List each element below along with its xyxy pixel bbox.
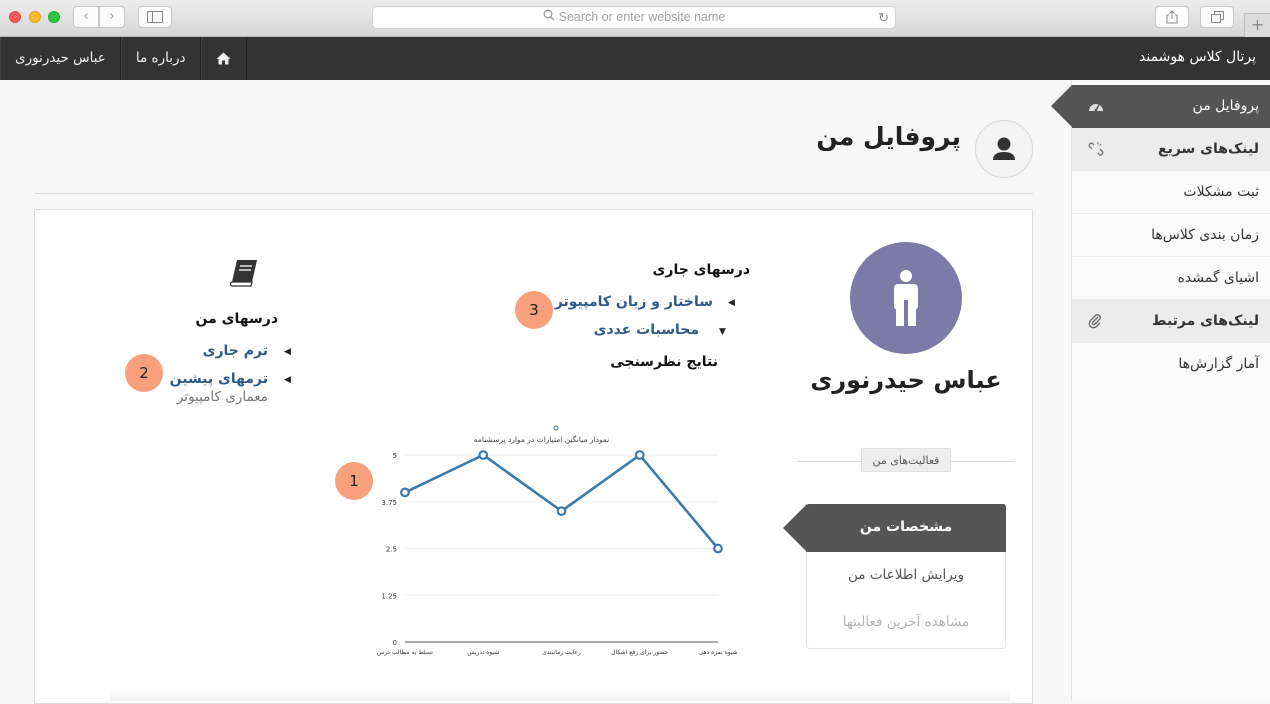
nav-about-link[interactable]: درباره ما: [120, 37, 201, 80]
y-tick-label: 0: [393, 639, 397, 647]
y-tick-label: 3.75: [381, 499, 397, 507]
active-arrow: [1051, 85, 1072, 127]
back-button[interactable]: ‹: [73, 6, 99, 28]
y-tick-label: 2.5: [386, 546, 397, 554]
search-icon: [543, 7, 555, 28]
x-tick-label: تسلط به مطالب درس: [377, 649, 433, 656]
data-point: [556, 506, 567, 516]
home-button[interactable]: [200, 37, 247, 80]
course-link-numerical-computing[interactable]: محاسبات عددی: [594, 322, 699, 338]
browser-toolbar: ‹ › Search or enter website name ↻ +: [0, 0, 1270, 37]
person-icon: [894, 270, 918, 326]
link-previous-terms[interactable]: ترمهای پیشین: [170, 371, 268, 387]
data-point: [634, 450, 645, 460]
sidebar-item-label: لینک‌های سریع: [1158, 141, 1259, 157]
zoom-window-button[interactable]: [48, 11, 60, 23]
sidebar-item-label: زمان بندی کلاس‌ها: [1151, 227, 1259, 243]
x-tick-label: حضور برای رفع اشکال: [611, 649, 668, 656]
address-placeholder: Search or enter website name: [558, 10, 726, 24]
profile-name: عباس حیدرنوری: [810, 366, 1002, 394]
my-activities-button[interactable]: فعالیت‌های من: [861, 448, 951, 472]
reload-icon[interactable]: ↻: [878, 7, 889, 28]
survey-line-chart: نمودار میانگین امتیازات در موارد پرسشنام…: [377, 425, 738, 656]
forward-button[interactable]: ›: [99, 6, 125, 28]
sidebar-item-my-profile[interactable]: پروفایل من: [1051, 85, 1270, 128]
sidebar-item-report-stats[interactable]: آمار گزارش‌ها: [1072, 343, 1270, 386]
sidebar-header-related-links: لینک‌های مرتبط: [1072, 300, 1270, 343]
legend-marker: [553, 425, 559, 431]
menu-my-details[interactable]: مشخصات من: [806, 504, 1006, 552]
tabs-overview-button[interactable]: [1200, 6, 1234, 28]
profile-avatar: [850, 242, 962, 354]
link-current-term[interactable]: ترم جاری: [203, 343, 268, 359]
caret-down-icon: ▼: [719, 327, 726, 337]
menu-recent-activities[interactable]: مشاهده آخرین فعالیتها: [806, 614, 1006, 630]
site-header: پرتال کلاس هوشمند درباره ما عباس حیدرنور…: [0, 37, 1270, 80]
paperclip-icon: [1088, 300, 1102, 343]
x-tick-label: شیوه تدریس: [467, 649, 499, 656]
new-tab-button[interactable]: +: [1244, 13, 1270, 37]
unlink-icon: [1088, 128, 1104, 171]
y-tick-label: 1.25: [381, 592, 397, 600]
data-point: [400, 487, 410, 498]
minimize-window-button[interactable]: [29, 11, 41, 23]
sidebar-toggle-button[interactable]: [138, 6, 172, 28]
data-point: [478, 450, 489, 460]
my-courses-title: درسهای من: [195, 311, 278, 327]
dashboard-icon: [1088, 85, 1104, 128]
survey-results-title: نتایج نظرسنجی: [610, 354, 718, 370]
link-computer-architecture[interactable]: معماری کامپیوتر: [177, 389, 268, 405]
current-courses-title: درسهای جاری: [652, 262, 750, 278]
sidebar-header-quick-links: لینک‌های سریع: [1072, 128, 1270, 171]
page-user-icon-circle: [975, 120, 1033, 178]
x-tick-label: رعایت زمانبندی: [542, 649, 581, 656]
badge-3: 3: [515, 291, 553, 329]
badge-2: 2: [125, 354, 163, 392]
sidebar-item-label: پروفایل من: [1192, 98, 1259, 114]
caret-left-icon: ◀: [728, 298, 735, 308]
data-point: [713, 543, 723, 554]
x-tick-label: شیوه نمره دهی: [698, 649, 737, 656]
book-icon: [229, 260, 257, 287]
y-tick-label: 5: [393, 452, 397, 460]
page-header: پروفایل من: [35, 118, 1033, 194]
share-button[interactable]: [1155, 6, 1189, 28]
home-icon: [216, 52, 231, 65]
sidebar-item-class-schedule[interactable]: زمان بندی کلاس‌ها: [1072, 214, 1270, 257]
sidebar-item-label: اشیای گمشده: [1177, 270, 1259, 286]
panel-bottom-shadow: [110, 690, 1010, 701]
sidebar-item-lost-found[interactable]: اشیای گمشده: [1072, 257, 1270, 300]
close-window-button[interactable]: [9, 11, 21, 23]
share-icon: [1166, 10, 1178, 24]
nav-user-link[interactable]: عباس حیدرنوری: [0, 37, 121, 80]
user-icon: [993, 137, 1015, 160]
menu-active-arrow: [783, 504, 807, 552]
sidebar-icon: [147, 11, 163, 23]
course-link-computer-architecture-language[interactable]: ساختار و زبان کامپیوتر: [555, 294, 713, 310]
menu-edit-info[interactable]: ویرایش اطلاعات من: [806, 567, 1006, 583]
header-nav: درباره ما عباس حیدرنوری: [0, 37, 247, 80]
caret-left-icon: ◀: [284, 375, 291, 385]
address-bar[interactable]: Search or enter website name ↻: [372, 6, 896, 29]
sidebar-item-report-issue[interactable]: ثبت مشکلات: [1072, 171, 1270, 214]
page-title: پروفایل من: [816, 122, 961, 151]
site-brand[interactable]: پرتال کلاس هوشمند: [1139, 49, 1256, 65]
sidebar: پروفایل من لینک‌های سریع ثبت مشکلات زمان…: [1051, 80, 1270, 701]
tabs-icon: [1210, 11, 1224, 23]
sidebar-item-label: ثبت مشکلات: [1183, 184, 1259, 200]
caret-left-icon: ◀: [284, 347, 291, 357]
sidebar-item-label: لینک‌های مرتبط: [1151, 313, 1259, 329]
chart-title: نمودار میانگین امتیازات در موارد پرسشنام…: [474, 435, 609, 444]
sidebar-item-label: آمار گزارش‌ها: [1178, 356, 1259, 372]
